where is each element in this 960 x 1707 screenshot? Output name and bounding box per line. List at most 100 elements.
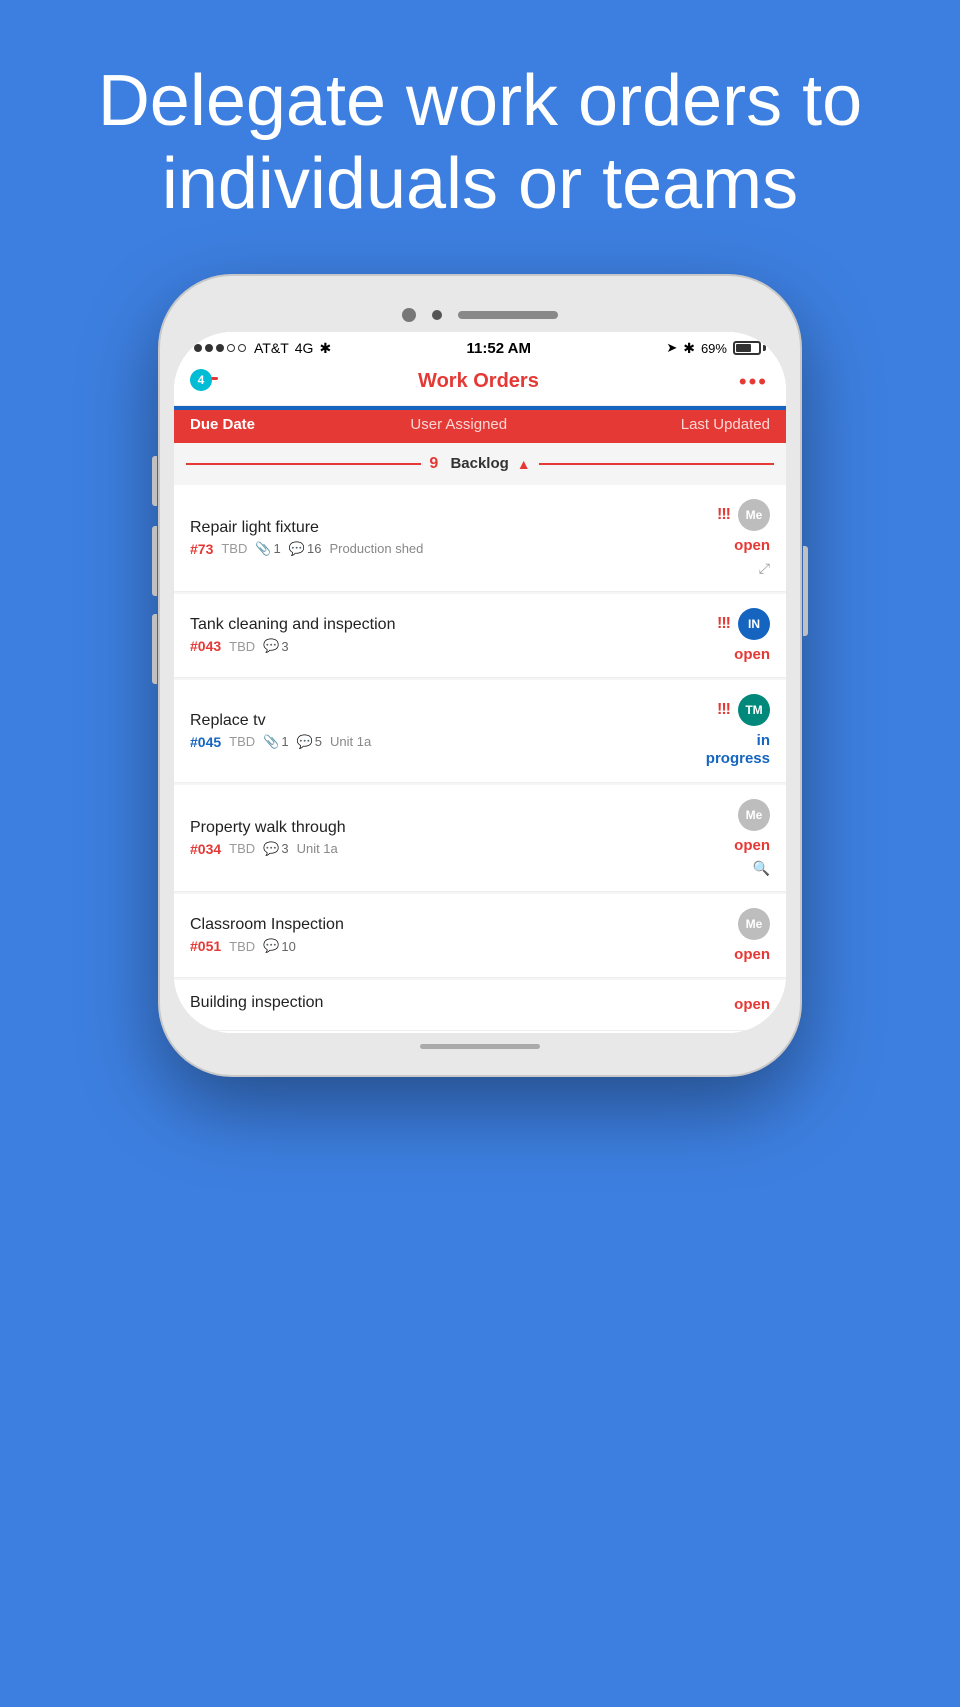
work-order-card[interactable]: Classroom Inspection #051 TBD 💬 10 Me — [174, 894, 786, 978]
phone-screen: AT&T 4G ✱ 11:52 AM ➤ ✱ 69% — [174, 332, 786, 1033]
work-order-card[interactable]: Building inspection open — [174, 980, 786, 1031]
card-due: TBD — [221, 541, 247, 556]
card-due: TBD — [229, 734, 255, 749]
priority-icon: !!! — [717, 701, 730, 719]
header-left[interactable]: 4 — [192, 377, 218, 387]
card-id: #045 — [190, 734, 221, 750]
card-id: #051 — [190, 938, 221, 954]
signal-dot-1 — [194, 344, 202, 352]
card-location: Unit 1a — [297, 841, 338, 856]
card-status: open — [734, 646, 770, 663]
work-order-card[interactable]: Tank cleaning and inspection #043 TBD 💬 … — [174, 594, 786, 678]
network-activity: ✱ — [319, 340, 331, 357]
card-status-row: !!! IN — [717, 608, 770, 640]
card-comments: 💬 3 — [263, 841, 288, 857]
card-id: #73 — [190, 541, 213, 557]
card-due: TBD — [229, 639, 255, 654]
carrier-label: AT&T — [254, 340, 289, 356]
location-icon: ➤ — [666, 340, 677, 356]
col-last-updated: Last Updated — [608, 416, 770, 433]
card-due: TBD — [229, 841, 255, 856]
card-status-row: Me — [738, 799, 770, 831]
card-meta: #73 TBD 📎 1 💬 16 Production shed — [190, 541, 650, 557]
status-bar-right: ➤ ✱ 69% — [666, 340, 766, 357]
priority-icon: !!! — [717, 506, 730, 524]
side-button-power — [803, 546, 808, 636]
notification-badge: 4 — [190, 369, 212, 391]
card-search-icon: 🔍 — [753, 860, 770, 877]
card-comments: 💬 3 — [263, 638, 288, 654]
signal-dot-4 — [227, 344, 235, 352]
card-comments: 💬 16 — [289, 541, 322, 557]
card-content-left: Repair light fixture #73 TBD 📎 1 💬 16 Pr… — [190, 519, 650, 557]
battery-percent: 69% — [701, 341, 727, 356]
card-status: inprogress — [706, 732, 770, 768]
card-status: open — [734, 537, 770, 554]
card-status: open — [734, 996, 770, 1013]
network-type: 4G — [295, 340, 314, 356]
battery-fill — [736, 344, 751, 352]
card-content-right: Me open 🔍 — [650, 799, 770, 877]
work-order-card[interactable]: Replace tv #045 TBD 📎 1 💬 5 Unit 1a — [174, 680, 786, 783]
card-meta: #043 TBD 💬 3 — [190, 638, 650, 654]
backlog-label: Backlog — [446, 455, 509, 472]
side-button-volume-up — [152, 526, 157, 596]
bluetooth-icon: ✱ — [683, 340, 695, 357]
card-meta: #045 TBD 📎 1 💬 5 Unit 1a — [190, 734, 650, 750]
assignee-avatar: Me — [738, 499, 770, 531]
card-content-right: open — [650, 996, 770, 1013]
table-header: Due Date User Assigned Last Updated — [174, 406, 786, 443]
signal-dot-2 — [205, 344, 213, 352]
card-content-left: Building inspection — [190, 994, 650, 1016]
card-title: Building inspection — [190, 994, 650, 1012]
card-meta: #034 TBD 💬 3 Unit 1a — [190, 841, 650, 857]
col-user-assigned: User Assigned — [410, 416, 607, 433]
card-location: Production shed — [329, 541, 423, 556]
menu-badge[interactable]: 4 — [192, 377, 218, 387]
card-status-row: !!! Me — [717, 499, 770, 531]
card-attachments: 📎 1 — [263, 734, 288, 750]
work-order-card[interactable]: Repair light fixture #73 TBD 📎 1 💬 16 Pr… — [174, 485, 786, 592]
phone-bottom-bar — [174, 1033, 786, 1061]
card-comments: 💬 5 — [297, 734, 322, 750]
signal-dot-5 — [238, 344, 246, 352]
card-content-right: !!! IN open — [650, 608, 770, 663]
card-id: #034 — [190, 841, 221, 857]
proximity-sensor — [432, 310, 442, 320]
side-button-silent — [152, 456, 157, 506]
card-title: Classroom Inspection — [190, 916, 650, 934]
battery-icon — [733, 341, 766, 355]
card-title: Tank cleaning and inspection — [190, 616, 650, 634]
signal-dot-3 — [216, 344, 224, 352]
card-content-left: Classroom Inspection #051 TBD 💬 10 — [190, 916, 650, 954]
priority-icon: !!! — [717, 615, 730, 633]
backlog-count: 9 — [429, 455, 438, 473]
card-location: Unit 1a — [330, 734, 371, 749]
card-title: Replace tv — [190, 712, 650, 730]
backlog-line-right — [539, 463, 774, 465]
card-status: open — [734, 946, 770, 963]
backlog-row[interactable]: 9 Backlog ▲ — [174, 443, 786, 485]
card-content-right: Me open — [650, 908, 770, 963]
hero-text: Delegate work orders to individuals or t… — [0, 0, 960, 266]
side-button-volume-down — [152, 614, 157, 684]
more-menu-button[interactable]: ••• — [739, 369, 768, 395]
phone-top-bar — [174, 290, 786, 332]
card-content-right: !!! Me open ⤢ — [650, 499, 770, 577]
home-indicator — [420, 1044, 540, 1049]
card-title: Property walk through — [190, 819, 650, 837]
card-id: #043 — [190, 638, 221, 654]
card-comments: 💬 10 — [263, 938, 296, 954]
card-status-row: !!! TM — [717, 694, 770, 726]
card-link-icon: ⤢ — [759, 560, 770, 577]
app-title: Work Orders — [418, 370, 539, 393]
status-bar: AT&T 4G ✱ 11:52 AM ➤ ✱ 69% — [174, 332, 786, 361]
front-camera — [402, 308, 416, 322]
earpiece-speaker — [458, 311, 558, 319]
phone-device: AT&T 4G ✱ 11:52 AM ➤ ✱ 69% — [160, 276, 800, 1075]
backlog-expand-icon[interactable]: ▲ — [517, 456, 531, 472]
page-background: Delegate work orders to individuals or t… — [0, 0, 960, 1075]
backlog-line-left — [186, 463, 421, 465]
work-order-card[interactable]: Property walk through #034 TBD 💬 3 Unit … — [174, 785, 786, 892]
assignee-avatar: Me — [738, 908, 770, 940]
